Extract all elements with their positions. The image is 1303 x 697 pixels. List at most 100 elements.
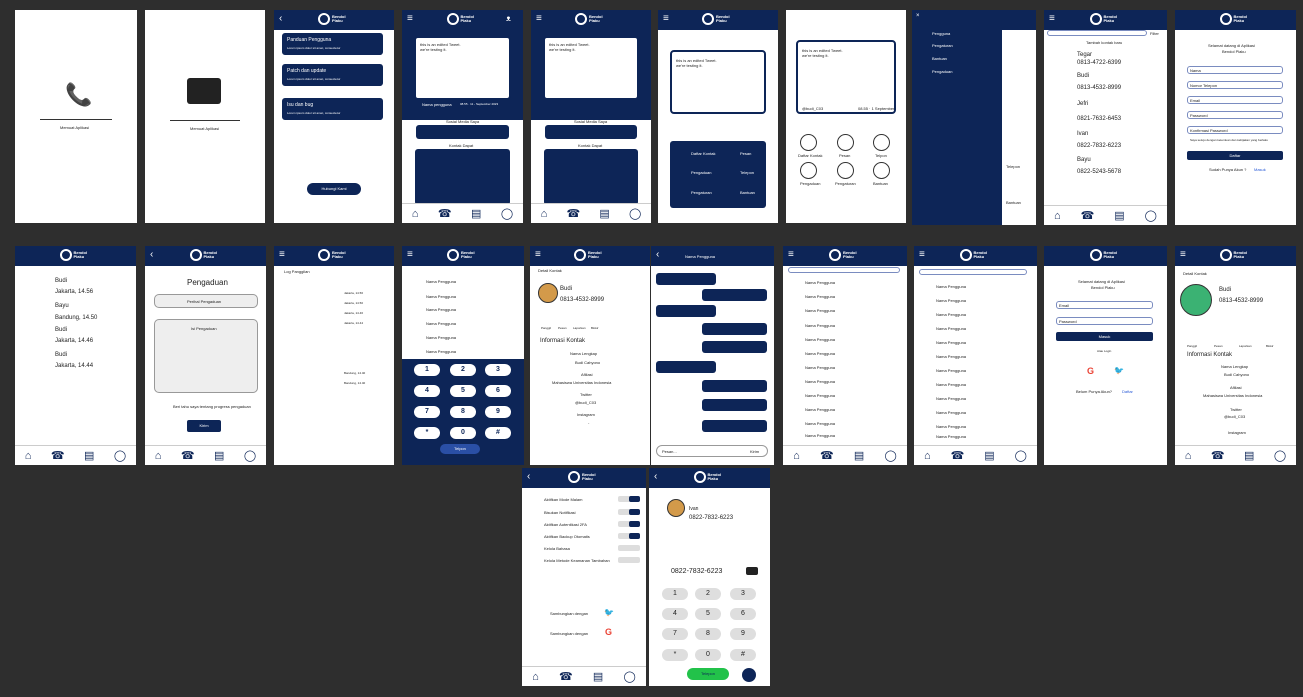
contact-us-button[interactable]: Hubungi Kami: [307, 183, 361, 195]
search-input[interactable]: [788, 267, 900, 273]
message-icon[interactable]: [837, 134, 854, 151]
header: ≡ Bendol Plaku: [1044, 10, 1167, 30]
dialpad-screen: ≡ Bendol Plaku Nama Pengguna Nama Penggun…: [402, 246, 524, 465]
header: ≡ Bendol Plaku ᴥ: [402, 10, 523, 30]
subject-input[interactable]: Perihal Pengaduan: [154, 294, 258, 308]
back-icon[interactable]: ‹: [279, 14, 282, 24]
confirm-password-field[interactable]: Konfirmasi Password: [1187, 126, 1283, 134]
phone-field[interactable]: Nomor Telepon: [1187, 81, 1283, 89]
profile-feed-screen-2: ≡ Bendol Plaku this is an edited Tweet. w…: [531, 10, 651, 223]
toggle-2fa[interactable]: [618, 521, 640, 527]
google-icon[interactable]: G: [1087, 366, 1094, 376]
back-icon[interactable]: ‹: [654, 472, 657, 482]
message-bubble: [702, 380, 767, 392]
menu-icon[interactable]: ≡: [663, 14, 669, 24]
bottom-nav: ⌂ ☎ ▤ ◯: [914, 445, 1037, 465]
phone-icon: 📞: [65, 82, 93, 107]
twitter-icon[interactable]: 🐦: [1114, 366, 1124, 375]
header: ≡ Bendol Plaku: [274, 246, 394, 266]
toggle-backup[interactable]: [618, 533, 640, 539]
header: ≡ Bendol Plaku: [1175, 246, 1296, 266]
message-bubble: [702, 341, 767, 353]
contacts-screen: ≡ Bendol Plaku Filter Tambah kontak baru …: [1044, 10, 1167, 225]
email-field[interactable]: Email: [1056, 301, 1153, 309]
bottom-nav: ⌂ ☎ ▤ ◯: [15, 445, 136, 465]
contact-list-screen: ≡ Bendol Plaku Nama Pengguna Nama Penggun…: [783, 246, 907, 465]
menu-icon[interactable]: ≡: [407, 14, 413, 24]
message-bubble: [656, 305, 716, 317]
logo: Bendol Plaku: [1219, 249, 1252, 261]
submit-button[interactable]: Kirim: [187, 420, 221, 432]
menu-icon[interactable]: ≡: [407, 250, 413, 260]
logo: Bendol Plaku: [1089, 249, 1122, 261]
menu-icon[interactable]: ≡: [1049, 14, 1055, 24]
header: ≡ Bendol Plaku: [783, 246, 907, 266]
body-input[interactable]: Isi Pengaduan: [154, 319, 258, 393]
bottom-nav: ⌂ ☎ ▤ ◯: [145, 445, 266, 465]
menu-icon[interactable]: ≡: [535, 250, 541, 260]
search-input[interactable]: [919, 269, 1027, 275]
header: ‹ Bendol Plaku: [522, 468, 646, 488]
toggle-mute[interactable]: [618, 509, 640, 515]
menu-icon[interactable]: ≡: [279, 250, 285, 260]
help-icon[interactable]: [873, 162, 890, 179]
logo: Bendol Plaku: [189, 249, 222, 261]
contacts-icon[interactable]: [800, 134, 817, 151]
menu-icon[interactable]: ≡: [919, 250, 925, 260]
call-button[interactable]: Telpon: [440, 444, 480, 454]
back-icon[interactable]: ‹: [656, 250, 659, 260]
back-icon[interactable]: ‹: [150, 250, 153, 260]
logo: Bendol Plaku: [959, 249, 992, 261]
login-button[interactable]: Masuk: [1056, 332, 1153, 341]
back-icon[interactable]: ‹: [527, 472, 530, 482]
help-item[interactable]: Isu dan bug Lorem ipsum dolor sit amet, c…: [282, 98, 383, 120]
contact-list: [415, 149, 510, 205]
logo: Bendol Plaku: [1089, 13, 1122, 25]
backspace-icon[interactable]: [746, 567, 758, 575]
menu-icon[interactable]: ≡: [1180, 250, 1186, 260]
header: ≡ Bendol Plaku: [402, 246, 524, 266]
password-field[interactable]: Password: [1187, 111, 1283, 119]
help-item[interactable]: Patch dan update Lorem ipsum dolor sit am…: [282, 64, 383, 86]
dialpad-toggle-icon[interactable]: [742, 668, 756, 682]
header: Bendol Plaku: [15, 246, 136, 266]
email-field[interactable]: Email: [1187, 96, 1283, 104]
complaint-icon[interactable]: [800, 162, 817, 179]
header: ‹ Nama Pengguna: [651, 246, 774, 266]
name-field[interactable]: Nama: [1187, 66, 1283, 74]
avatar: [667, 499, 685, 517]
message-bubble: [702, 289, 767, 301]
bottom-nav: ⌂ ☎ ▤ ◯: [402, 203, 523, 223]
recent-calls-screen: Bendol Plaku Budi Jakarta, 14.56 Bayu Ban…: [15, 246, 136, 465]
google-icon[interactable]: G: [605, 627, 612, 637]
bottom-nav: ⌂ ☎ ▤ ◯: [1044, 205, 1167, 225]
contact-detail-screen: ≡ Bendol Plaku Detail Kontak Budi 0813-45…: [530, 246, 650, 465]
user-icon[interactable]: ᴥ: [506, 14, 511, 24]
manage-security[interactable]: [618, 557, 640, 563]
message-bubble: [702, 420, 767, 432]
tweet-card: this is an edited Tweet. we're testing i…: [543, 36, 639, 100]
menu-icon[interactable]: ≡: [536, 14, 542, 24]
toggle-dark-mode[interactable]: [618, 496, 640, 502]
complaint-screen: ‹ Bendol Plaku Pengaduan Perihal Pengadua…: [145, 246, 266, 465]
home-screen: this is an edited Tweet. we're testing i…: [786, 10, 906, 223]
tweet-card: this is an edited Tweet. we're testing i…: [796, 40, 896, 114]
call-button[interactable]: Telepon: [687, 668, 729, 680]
search-input[interactable]: [1047, 30, 1147, 36]
menu-icon[interactable]: ≡: [788, 250, 794, 260]
logo: Bendol Plaku: [574, 249, 606, 261]
manage-language[interactable]: [618, 545, 640, 551]
avatar: [1180, 284, 1212, 316]
register-button[interactable]: Daftar: [1187, 151, 1283, 160]
gear-icon[interactable]: [837, 162, 854, 179]
twitter-icon[interactable]: 🐦: [604, 608, 614, 617]
header: Bendol Plaku: [1044, 246, 1167, 266]
password-field[interactable]: Password: [1056, 317, 1153, 325]
logo: Bendol Plaku: [575, 13, 607, 25]
help-item[interactable]: Panduan Pengguna Lorem ipsum dolor sit am…: [282, 33, 383, 55]
social-bar[interactable]: [416, 125, 509, 139]
logo: Bendol Plaku: [702, 13, 734, 25]
close-icon[interactable]: ×: [916, 13, 920, 19]
phone-icon[interactable]: [873, 134, 890, 151]
social-bar[interactable]: [545, 125, 637, 139]
